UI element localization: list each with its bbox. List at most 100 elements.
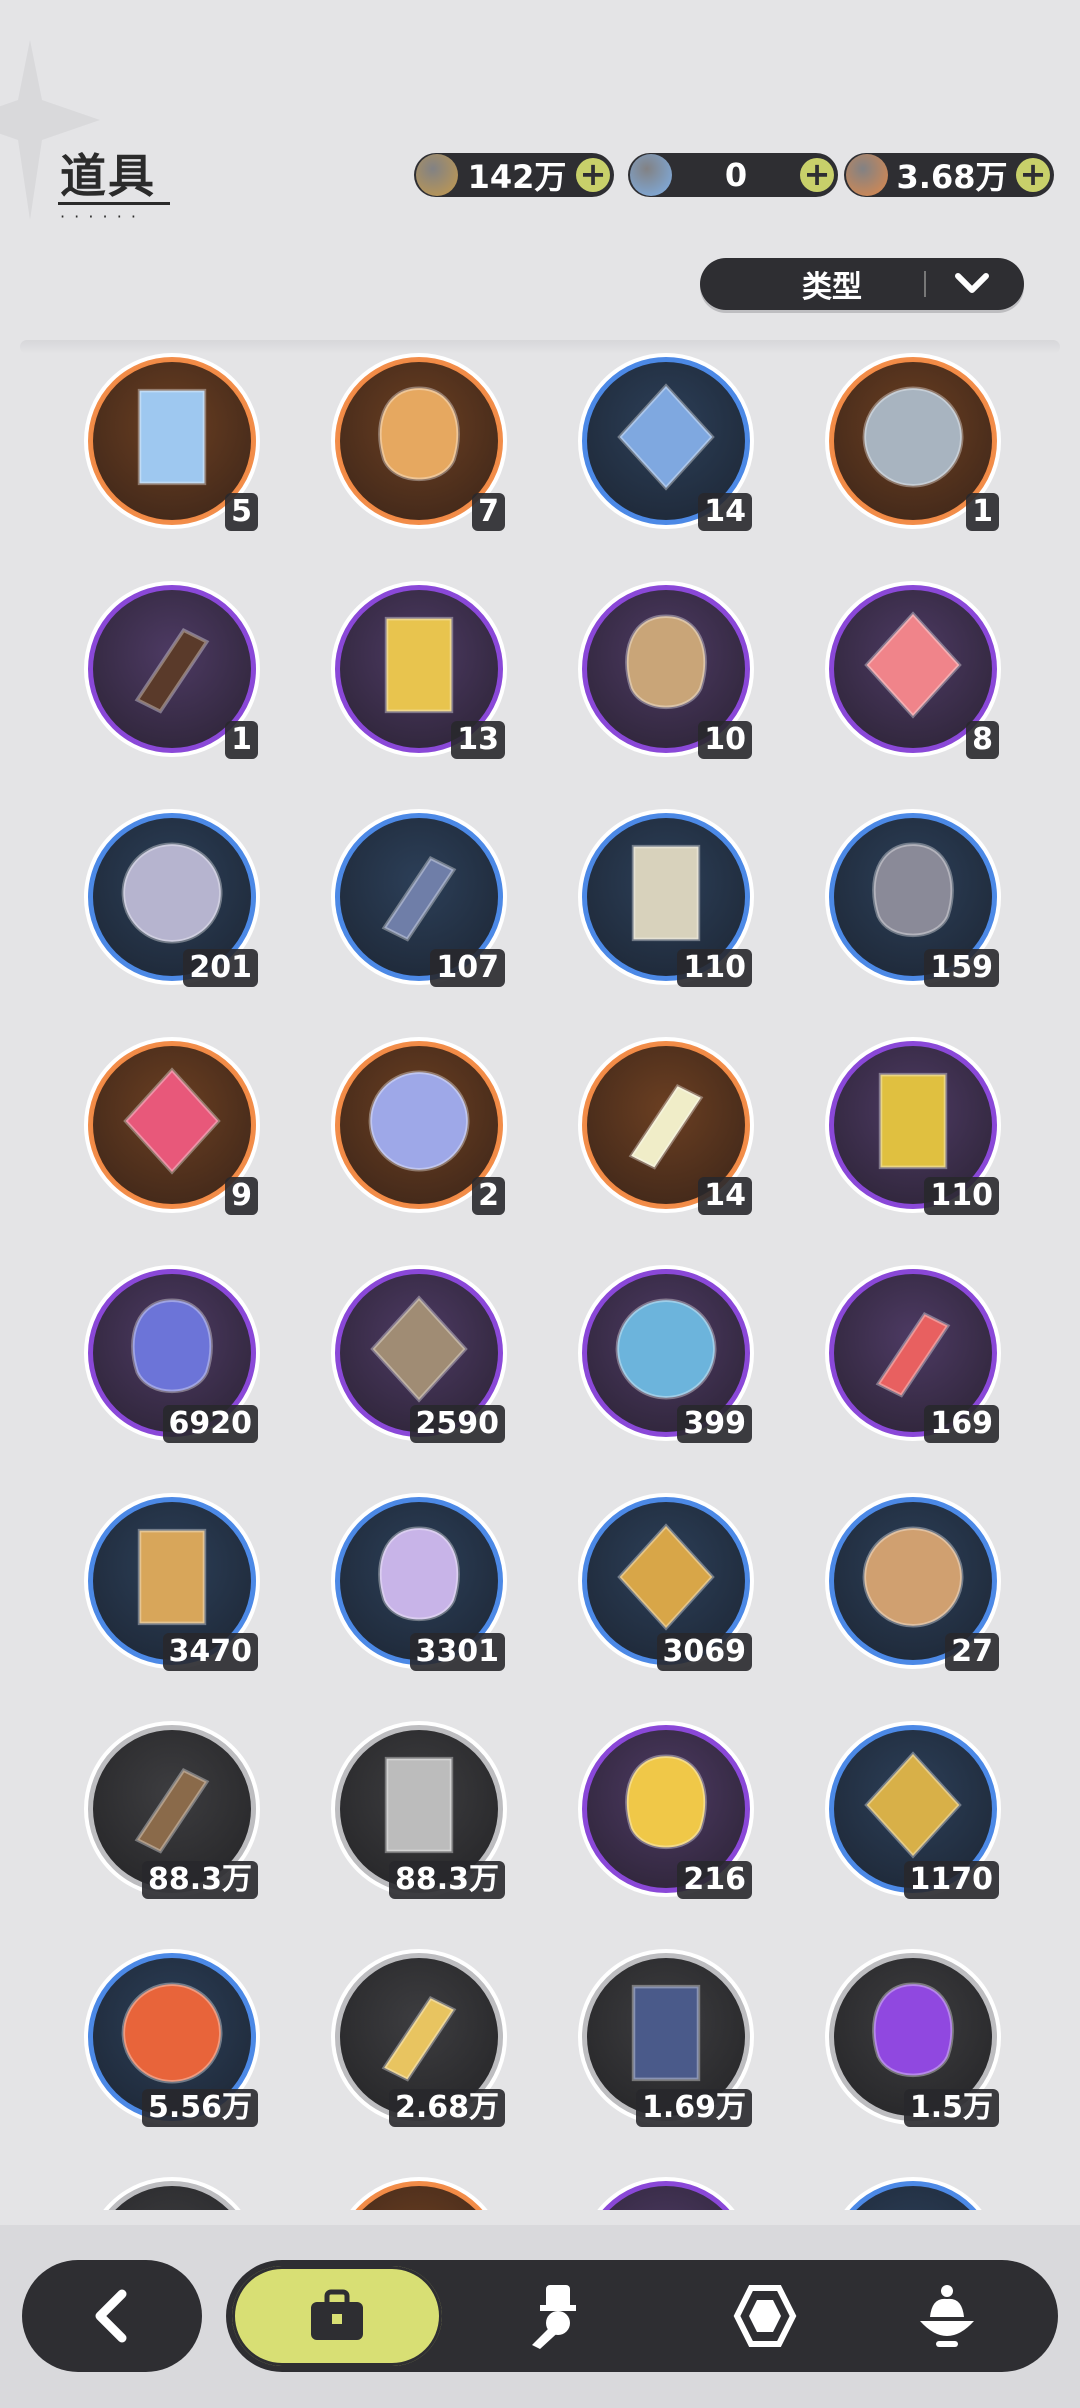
hexagon-gem-icon xyxy=(733,2285,797,2347)
inventory-item[interactable]: 27 xyxy=(825,1493,1001,1671)
item-count: 6920 xyxy=(162,1405,258,1443)
inventory-item[interactable]: 5 xyxy=(84,353,260,531)
inventory-item[interactable]: 107 xyxy=(331,809,507,987)
red-crystal-icon xyxy=(121,1982,223,2084)
item-count: 1 xyxy=(966,493,999,531)
inventory-item[interactable] xyxy=(578,2177,754,2210)
bag-icon xyxy=(311,2289,363,2340)
inventory-item[interactable]: 2590 xyxy=(331,1265,507,1443)
inventory-item[interactable]: 88.3万 xyxy=(331,1721,507,1899)
inventory-item[interactable]: 2 xyxy=(331,1037,507,1215)
inventory-item[interactable] xyxy=(825,2177,1001,2210)
item-count: 3470 xyxy=(162,1633,258,1671)
add-currency-button[interactable]: + xyxy=(800,158,834,192)
currency-value: 0 xyxy=(724,156,748,194)
stone-bricks-icon xyxy=(384,1756,454,1854)
scroll-icon xyxy=(625,614,707,709)
inventory-item[interactable] xyxy=(331,2177,507,2210)
inventory-item[interactable]: 14 xyxy=(578,1037,754,1215)
boxing-glove-icon xyxy=(381,855,457,942)
item-count: 201 xyxy=(183,949,258,987)
add-currency-button[interactable]: + xyxy=(576,158,610,192)
shirt-token-icon xyxy=(368,1070,470,1172)
gold-card-icon xyxy=(378,386,460,481)
item-count: 1 xyxy=(225,721,258,759)
heart-gem-icon xyxy=(123,1067,221,1175)
back-button[interactable] xyxy=(22,2260,202,2372)
inventory-item[interactable]: 169 xyxy=(825,1265,1001,1443)
chevron-down-icon xyxy=(955,273,989,293)
item-count: 1.69万 xyxy=(635,2089,752,2127)
title-underline xyxy=(58,202,170,205)
inventory-item[interactable]: 201 xyxy=(84,809,260,987)
horn-icon xyxy=(137,1528,207,1626)
tab-character[interactable] xyxy=(456,2266,666,2366)
inventory-item[interactable]: 88.3万 xyxy=(84,1721,260,1899)
wood-logs-icon xyxy=(134,1767,210,1854)
tab-bag[interactable] xyxy=(232,2266,442,2366)
hammer-icon xyxy=(872,842,954,937)
currency-pill: 0 + xyxy=(628,153,838,197)
item-count: 5.56万 xyxy=(141,2089,258,2127)
item-count: 14 xyxy=(698,493,752,531)
character-icon xyxy=(532,2285,576,2349)
inventory-item[interactable]: 1 xyxy=(825,353,1001,531)
item-count: 14 xyxy=(698,1177,752,1215)
purple-orb-icon xyxy=(872,1982,954,2077)
currency-value: 142万 xyxy=(467,158,567,196)
inventory-item[interactable]: 2.68万 xyxy=(331,1949,507,2127)
item-count: 1170 xyxy=(903,1861,999,1899)
inventory-item[interactable]: 13 xyxy=(331,581,507,759)
dark-crystal-icon xyxy=(631,1984,701,2082)
inventory-item[interactable]: 3069 xyxy=(578,1493,754,1671)
inventory-item[interactable]: 10 xyxy=(578,581,754,759)
inventory-item[interactable]: 6920 xyxy=(84,1265,260,1443)
inventory-item[interactable]: 9 xyxy=(84,1037,260,1215)
filter-separator xyxy=(924,271,926,297)
inventory-item[interactable]: 216 xyxy=(578,1721,754,1899)
inventory-item[interactable]: 1170 xyxy=(825,1721,1001,1899)
add-currency-button[interactable]: + xyxy=(1016,158,1050,192)
item-count: 107 xyxy=(430,949,505,987)
item-count: 88.3万 xyxy=(388,1861,505,1899)
item-count: 8 xyxy=(966,721,999,759)
item-count: 5 xyxy=(225,493,258,531)
inventory-item[interactable]: 3301 xyxy=(331,1493,507,1671)
ticket-icon xyxy=(628,1083,704,1170)
inventory-item[interactable]: 7 xyxy=(331,353,507,531)
rainbow-card-icon xyxy=(137,388,207,486)
item-count: 2590 xyxy=(409,1405,505,1443)
inventory-item[interactable]: 8 xyxy=(825,581,1001,759)
tab-gem[interactable] xyxy=(660,2266,870,2366)
gold-coin-icon xyxy=(416,154,458,196)
inventory-item[interactable] xyxy=(84,2177,260,2210)
item-count: 7 xyxy=(472,493,505,531)
shovel-icon xyxy=(121,842,223,944)
inventory-item[interactable]: 14 xyxy=(578,353,754,531)
inventory-item[interactable]: 5.56万 xyxy=(84,1949,260,2127)
inventory-item[interactable]: 1.69万 xyxy=(578,1949,754,2127)
tab-food[interactable] xyxy=(842,2266,1052,2366)
inventory-item[interactable]: 110 xyxy=(825,1037,1001,1215)
inventory-item[interactable]: 1.5万 xyxy=(825,1949,1001,2127)
inventory-item[interactable]: 110 xyxy=(578,809,754,987)
food-bowl-icon xyxy=(920,2285,974,2347)
moon-star-medal-icon xyxy=(131,1298,213,1393)
leaf-icon xyxy=(862,1526,964,1628)
golden-egg-icon xyxy=(384,616,454,714)
gold-dust-icon xyxy=(864,1751,962,1859)
type-filter-dropdown[interactable]: 类型 xyxy=(700,258,1024,310)
star-gem-icon xyxy=(846,154,888,196)
currency-value: 3.68万 xyxy=(896,158,1008,196)
sand-pile-icon xyxy=(381,1995,457,2082)
inventory-item[interactable]: 159 xyxy=(825,809,1001,987)
gold-crystal-icon xyxy=(625,1754,707,1849)
item-grid[interactable]: 5 7 14 1 1 13 10 8 201 107 110 159 9 2 14 110 6920 2590 39… xyxy=(0,345,1080,2210)
apple-icon xyxy=(864,611,962,719)
inventory-item[interactable]: 3470 xyxy=(84,1493,260,1671)
inventory-item[interactable]: 399 xyxy=(578,1265,754,1443)
silver-card-icon xyxy=(862,386,964,488)
inventory-item[interactable]: 1 xyxy=(84,581,260,759)
scale-shield-icon xyxy=(378,1526,460,1621)
currency-pill: 3.68万 + xyxy=(844,153,1054,197)
